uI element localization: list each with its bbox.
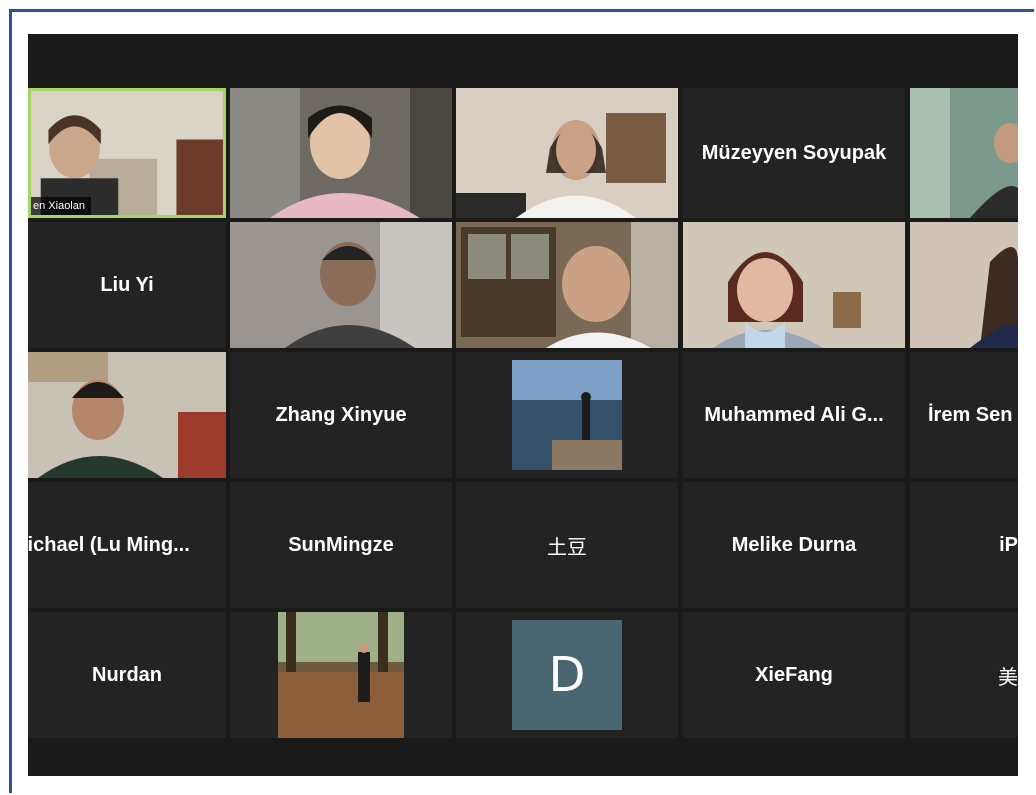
- participant-name: 土豆: [547, 534, 587, 559]
- participant-tile-video-7[interactable]: [230, 222, 452, 348]
- participant-video: [456, 88, 678, 218]
- participant-tile-video-10[interactable]: [910, 222, 1018, 348]
- participant-tile-liu[interactable]: Liu Yi: [28, 222, 226, 348]
- participant-tile-video-9[interactable]: [683, 222, 905, 348]
- participant-name: Zhang Xinyue: [275, 403, 407, 426]
- participant-video: [28, 352, 226, 478]
- participant-tile-melike[interactable]: Melike Durna: [683, 482, 905, 608]
- participant-video: [683, 222, 905, 348]
- participant-tile-d[interactable]: D: [456, 612, 678, 738]
- participant-tile-irem[interactable]: İrem Sen: [910, 352, 1018, 478]
- participant-name: İrem Sen: [928, 403, 1013, 426]
- participant-tile-video-2[interactable]: [230, 88, 452, 218]
- participant-name: Nurdan: [92, 663, 162, 686]
- participant-name: Melike Durna: [731, 533, 857, 556]
- participant-name: lichael (Lu Ming...: [28, 533, 190, 556]
- participant-tile-tudou[interactable]: 土豆: [456, 482, 678, 608]
- participant-tile-photo-avatar-22[interactable]: [230, 612, 452, 738]
- participant-name: Liu Yi: [100, 273, 154, 296]
- participant-tile-nurdan[interactable]: Nurdan: [28, 612, 226, 738]
- participant-tile-ip[interactable]: iP: [910, 482, 1018, 608]
- participant-name: SunMingze: [288, 533, 394, 556]
- participant-tile-mei[interactable]: 美: [910, 612, 1018, 738]
- participant-tile-video-5[interactable]: [910, 88, 1018, 218]
- participant-tile-video-3[interactable]: [456, 88, 678, 218]
- participant-name: Müzeyyen Soyupak: [701, 141, 887, 164]
- participant-video: [910, 222, 1018, 348]
- participant-name: Muhammed Ali G...: [704, 403, 884, 426]
- participant-tile-chen[interactable]: en Xiaolan: [28, 88, 226, 218]
- participant-video: [230, 88, 452, 218]
- participant-tile-video-8[interactable]: [456, 222, 678, 348]
- participant-tile-xie[interactable]: XieFang: [683, 612, 905, 738]
- participant-tile-zhang[interactable]: Zhang Xinyue: [230, 352, 452, 478]
- participant-tile-muhammed[interactable]: Muhammed Ali G...: [683, 352, 905, 478]
- participant-video: [456, 222, 678, 348]
- video-gallery: en Xiaolan Müzeyyen Soyupak Liu Yi Zhang…: [28, 34, 1018, 776]
- participant-initial-avatar: D: [512, 620, 622, 730]
- participant-name: iP: [999, 533, 1018, 556]
- participant-tile-michael[interactable]: lichael (Lu Ming...: [28, 482, 226, 608]
- participant-name: 美: [998, 664, 1018, 689]
- participant-video: [910, 88, 1018, 218]
- participant-name: XieFang: [755, 663, 833, 686]
- participant-avatar-photo: [512, 360, 622, 470]
- participant-tile-photo-avatar-13[interactable]: [456, 352, 678, 478]
- participant-tile-video-11[interactable]: [28, 352, 226, 478]
- participant-name-label: en Xiaolan: [31, 197, 91, 215]
- participant-tile-muzeyyen[interactable]: Müzeyyen Soyupak: [683, 88, 905, 218]
- participant-tile-sun[interactable]: SunMingze: [230, 482, 452, 608]
- participant-avatar-photo: [278, 612, 404, 738]
- participant-video: [230, 222, 452, 348]
